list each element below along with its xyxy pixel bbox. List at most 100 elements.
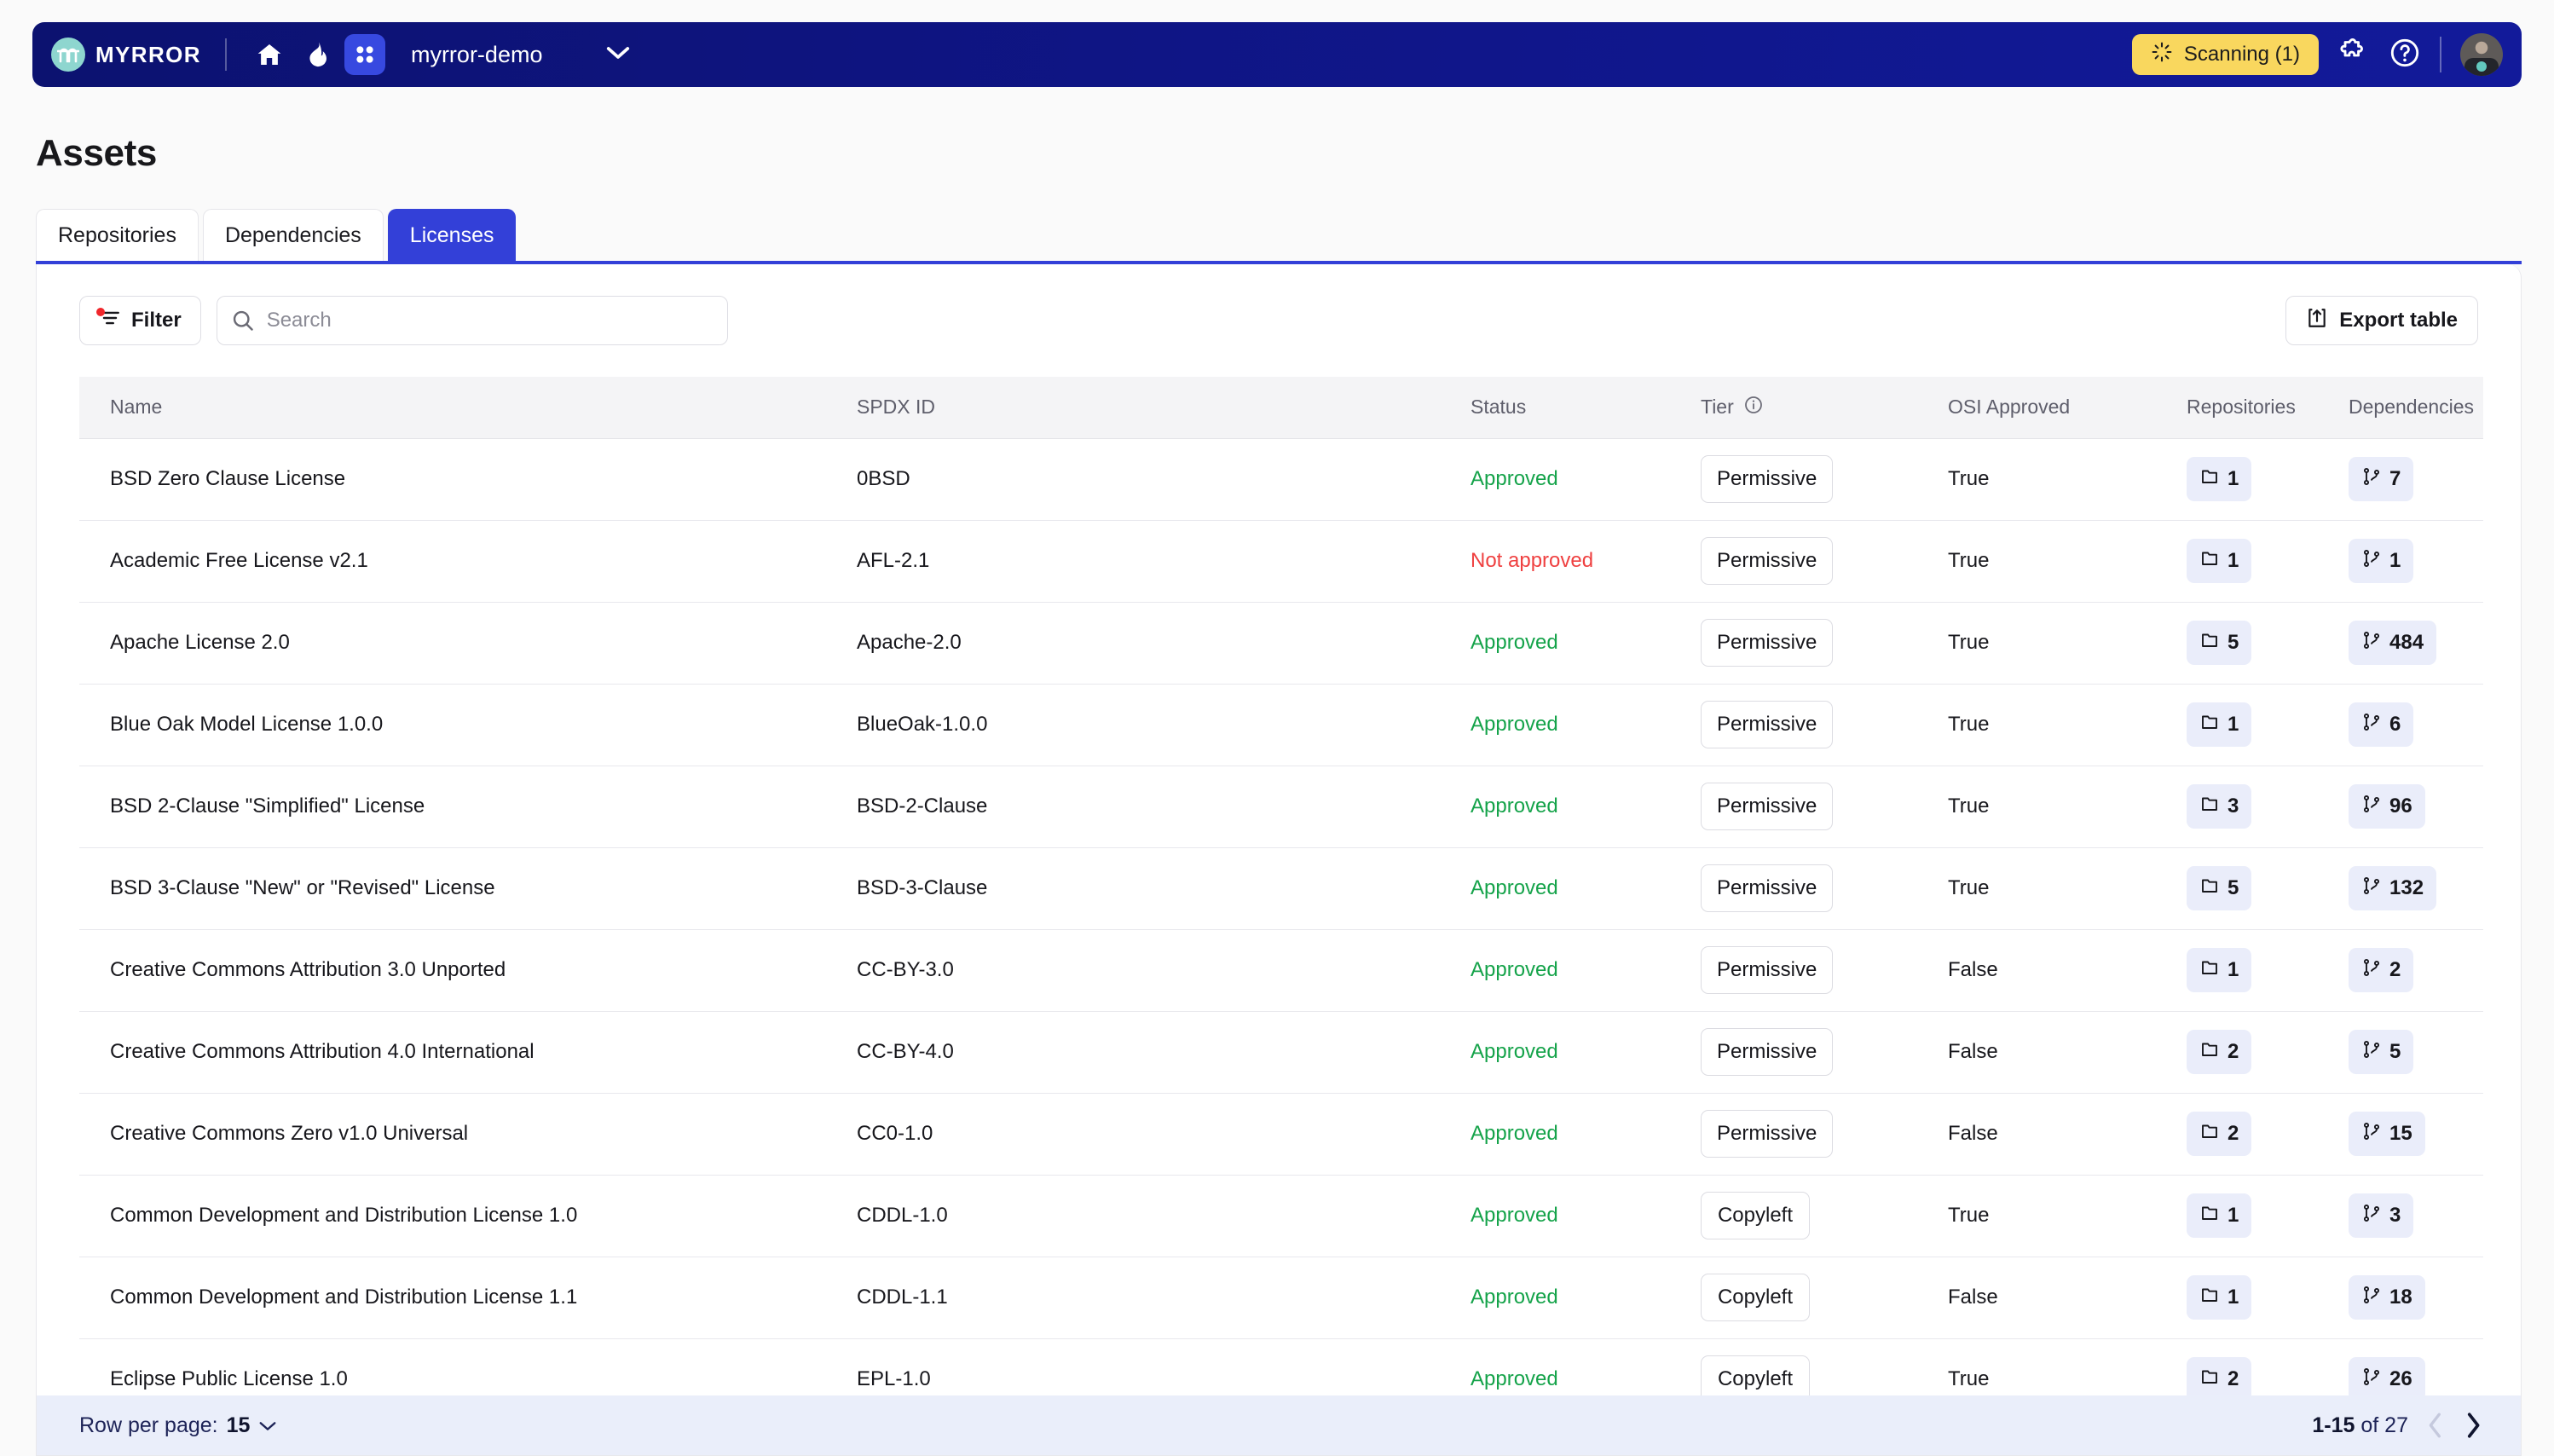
repositories-count-pill[interactable]: 1: [2187, 948, 2252, 992]
cell-osi-approved: True: [1938, 602, 2176, 685]
repositories-count-pill[interactable]: 5: [2187, 866, 2252, 910]
page-title: Assets: [36, 132, 157, 174]
cell-dependencies: 15: [2338, 1093, 2483, 1176]
table-row[interactable]: Blue Oak Model License 1.0.0 BlueOak-1.0.…: [79, 684, 2483, 766]
scanning-status-badge[interactable]: Scanning (1): [2131, 34, 2319, 75]
dependencies-count-pill[interactable]: 7: [2349, 457, 2414, 501]
repositories-count-pill[interactable]: 1: [2187, 1193, 2252, 1238]
puzzle-piece-icon[interactable]: [2337, 37, 2370, 73]
column-header-repositories[interactable]: Repositories: [2176, 377, 2338, 439]
table-row[interactable]: Academic Free License v2.1 AFL-2.1 Not app…: [79, 520, 2483, 603]
topnav-right-group: Scanning (1): [2131, 33, 2503, 76]
brand-logo[interactable]: MYRROR: [51, 38, 201, 72]
dependencies-count-pill[interactable]: 18: [2349, 1275, 2425, 1320]
tier-pill[interactable]: Permissive: [1701, 701, 1834, 748]
column-header-tier[interactable]: Tier: [1690, 377, 1938, 439]
tier-pill[interactable]: Permissive: [1701, 455, 1834, 503]
question-circle-icon[interactable]: [2389, 37, 2421, 73]
cell-name: Creative Commons Zero v1.0 Universal: [79, 1093, 847, 1176]
repositories-count-pill[interactable]: 2: [2187, 1112, 2252, 1156]
export-upload-icon: [2306, 307, 2328, 335]
column-header-dependencies[interactable]: Dependencies: [2338, 377, 2483, 439]
brand-name: MYRROR: [95, 41, 201, 67]
tier-pill[interactable]: Permissive: [1701, 1110, 1834, 1158]
chevron-right-icon[interactable]: [2463, 1411, 2483, 1440]
tab-dependencies[interactable]: Dependencies: [202, 209, 384, 262]
repositories-count-pill[interactable]: 3: [2187, 784, 2252, 829]
column-header-tier-label: Tier: [1701, 396, 1734, 419]
tier-pill[interactable]: Permissive: [1701, 864, 1834, 912]
rows-per-page-selector[interactable]: Row per page: 15: [79, 1413, 277, 1438]
git-branch-icon: [2361, 1285, 2382, 1311]
grid-apps-icon[interactable]: [344, 34, 385, 75]
folder-icon: [2199, 875, 2220, 902]
scanning-label: Scanning (1): [2183, 43, 2300, 66]
tier-pill[interactable]: Permissive: [1701, 537, 1834, 585]
top-navigation-bar: MYRROR myrror-demo Scanning (1): [32, 22, 2522, 87]
table-row[interactable]: Creative Commons Attribution 4.0 Interna…: [79, 1011, 2483, 1094]
cell-name: Academic Free License v2.1: [79, 520, 847, 603]
cell-status: Approved: [1460, 1011, 1690, 1094]
tier-pill[interactable]: Permissive: [1701, 1028, 1834, 1076]
status-badge: Approved: [1471, 1040, 1558, 1063]
info-circle-icon[interactable]: [1743, 395, 1764, 420]
tier-pill[interactable]: Permissive: [1701, 946, 1834, 994]
table-row[interactable]: Apache License 2.0 Apache-2.0 Approved Perm…: [79, 602, 2483, 685]
tier-pill[interactable]: Copyleft: [1701, 1192, 1810, 1239]
column-header-status[interactable]: Status: [1460, 377, 1690, 439]
folder-icon: [2199, 1121, 2220, 1147]
search-input[interactable]: [216, 296, 728, 345]
dependencies-count-pill[interactable]: 2: [2349, 948, 2414, 992]
table-row[interactable]: Common Development and Distribution Lice…: [79, 1257, 2483, 1339]
dependencies-count-pill[interactable]: 132: [2349, 866, 2437, 910]
repositories-count-pill[interactable]: 1: [2187, 1275, 2252, 1320]
home-icon[interactable]: [249, 34, 290, 75]
dependencies-count-pill[interactable]: 1: [2349, 539, 2414, 583]
folder-icon: [2199, 1203, 2220, 1229]
column-header-osi-approved[interactable]: OSI Approved: [1938, 377, 2176, 439]
column-header-spdx-id[interactable]: SPDX ID: [847, 377, 1460, 439]
tier-pill[interactable]: Permissive: [1701, 619, 1834, 667]
cell-tier: Permissive: [1690, 684, 1938, 766]
cell-spdx-id: Apache-2.0: [847, 602, 1460, 685]
column-header-name[interactable]: Name: [79, 377, 847, 439]
dependencies-count-pill[interactable]: 3: [2349, 1193, 2414, 1238]
cell-osi-approved: True: [1938, 847, 2176, 930]
cell-repositories: 1: [2176, 1257, 2338, 1339]
cell-osi-approved: True: [1938, 438, 2176, 521]
folder-icon: [2199, 548, 2220, 575]
cell-dependencies: 484: [2338, 602, 2483, 685]
pagination-range: 1-15 of 27: [2312, 1413, 2408, 1438]
cell-dependencies: 7: [2338, 438, 2483, 521]
dependencies-count-pill[interactable]: 96: [2349, 784, 2425, 829]
dependencies-count-pill[interactable]: 15: [2349, 1112, 2425, 1156]
project-selector[interactable]: myrror-demo: [411, 42, 632, 68]
filter-button[interactable]: Filter: [79, 296, 201, 345]
repositories-count-pill[interactable]: 1: [2187, 702, 2252, 747]
cell-dependencies: 2: [2338, 929, 2483, 1012]
table-row[interactable]: BSD Zero Clause License 0BSD Approved Permi…: [79, 438, 2483, 521]
dependencies-count-pill[interactable]: 484: [2349, 621, 2437, 665]
table-row[interactable]: Creative Commons Attribution 3.0 Unporte…: [79, 929, 2483, 1012]
dependencies-count-pill[interactable]: 5: [2349, 1030, 2414, 1074]
repositories-count-pill[interactable]: 5: [2187, 621, 2252, 665]
tier-pill[interactable]: Permissive: [1701, 783, 1834, 830]
tier-pill[interactable]: Copyleft: [1701, 1274, 1810, 1321]
tab-licenses[interactable]: Licenses: [387, 209, 517, 262]
table-row[interactable]: Common Development and Distribution Lice…: [79, 1175, 2483, 1257]
cell-status: Approved: [1460, 847, 1690, 930]
tab-repositories[interactable]: Repositories: [36, 209, 199, 262]
repositories-count-pill[interactable]: 1: [2187, 539, 2252, 583]
avatar[interactable]: [2460, 33, 2503, 76]
cell-tier: Permissive: [1690, 847, 1938, 930]
cell-name: Creative Commons Attribution 3.0 Unporte…: [79, 929, 847, 1012]
dependencies-count-pill[interactable]: 6: [2349, 702, 2414, 747]
repositories-count-pill[interactable]: 1: [2187, 457, 2252, 501]
flame-icon[interactable]: [297, 34, 338, 75]
table-row[interactable]: BSD 2-Clause "Simplified" License BSD-2-C…: [79, 766, 2483, 848]
repositories-count-pill[interactable]: 2: [2187, 1030, 2252, 1074]
export-table-button[interactable]: Export table: [2285, 296, 2478, 345]
table-row[interactable]: Creative Commons Zero v1.0 Universal CC0-…: [79, 1093, 2483, 1176]
table-row[interactable]: BSD 3-Clause "New" or "Revised" License B…: [79, 847, 2483, 930]
avatar-logo-dot: [2476, 61, 2487, 72]
